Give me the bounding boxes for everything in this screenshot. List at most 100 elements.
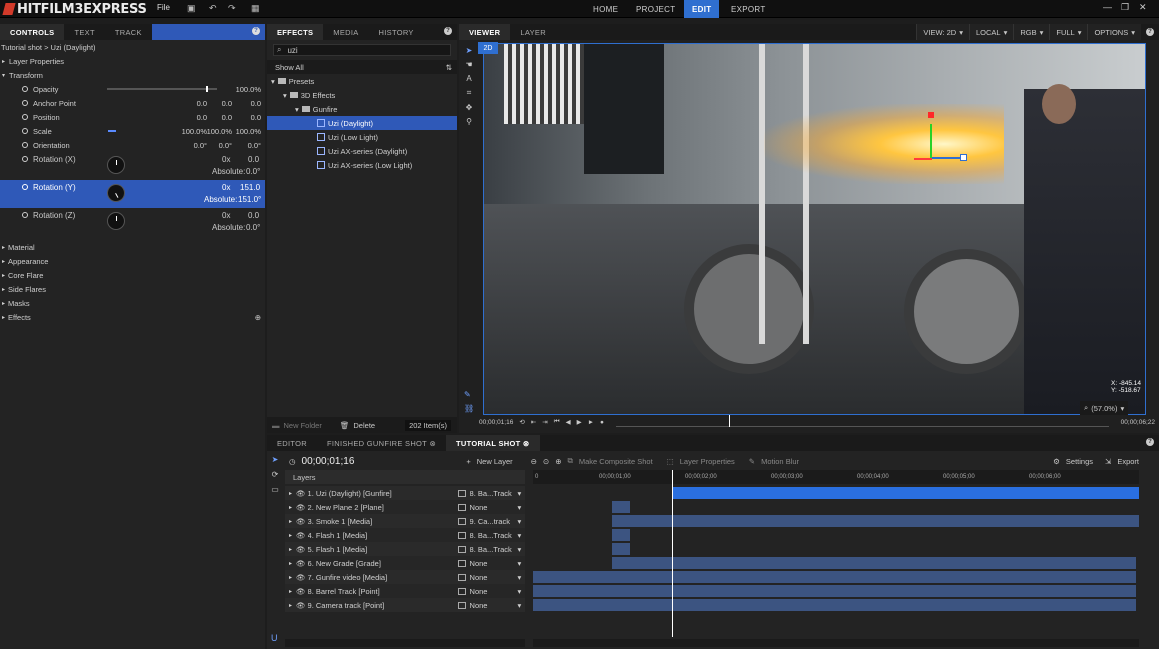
layer-name[interactable]: 8. Barrel Track [Point]: [308, 587, 458, 596]
tab-controls[interactable]: CONTROLS: [0, 24, 65, 40]
gizmo-z-handle[interactable]: [960, 154, 967, 161]
layer-parent[interactable]: 8. Ba...Track: [470, 531, 518, 540]
time-ruler[interactable]: 0 00;00;01;00 00;00;02;00 00;00;03;00 00;00;…: [533, 470, 1139, 484]
layer-properties-section[interactable]: ▸ Layer Properties: [0, 54, 265, 68]
tab-effects[interactable]: EFFECTS: [267, 24, 324, 40]
scale-link-icon[interactable]: [108, 130, 116, 132]
rotation-z-value[interactable]: 0.0: [248, 211, 259, 220]
show-all-filter[interactable]: Show All ⇅: [267, 60, 457, 74]
undo-icon[interactable]: ↶: [209, 3, 217, 14]
gizmo-x-axis[interactable]: [914, 158, 932, 160]
viewer-option-full[interactable]: FULL ▾: [1049, 24, 1088, 40]
layer-name[interactable]: 7. Gunfire video [Media]: [308, 573, 458, 582]
make-composite-button[interactable]: Make Composite Shot: [579, 457, 653, 466]
layer-row[interactable]: ▸ 👁 1. Uzi (Daylight) [Gunfire] 8. Ba...…: [285, 486, 525, 500]
eye-icon[interactable]: 👁: [296, 573, 306, 582]
grid-icon[interactable]: ▦: [251, 3, 260, 14]
section-masks[interactable]: ▸ Masks: [0, 296, 265, 310]
save-icon[interactable]: ▣: [187, 3, 196, 14]
value-y[interactable]: 0.0: [222, 99, 232, 108]
viewer-option-view-2d[interactable]: VIEW: 2D ▾: [916, 24, 969, 40]
gizmo-z-axis[interactable]: [932, 157, 962, 159]
tab-viewer[interactable]: VIEWER: [459, 24, 511, 40]
chevron-right-icon[interactable]: ▸: [289, 602, 292, 609]
layer-clip[interactable]: [533, 571, 1136, 583]
chevron-down-icon[interactable]: ▾: [518, 559, 522, 568]
move-tool-icon[interactable]: ✥: [466, 103, 473, 112]
rotation-y-row[interactable]: Rotation (Y) 0x 151.0 Absolute: 151.0°: [0, 180, 265, 208]
layer-clip[interactable]: [611, 515, 1139, 527]
layer-name[interactable]: 1. Uzi (Daylight) [Gunfire]: [308, 489, 458, 498]
layer-parent[interactable]: None: [470, 601, 518, 610]
preset-item[interactable]: Uzi (Daylight): [267, 116, 457, 130]
transform-section[interactable]: ▾ Transform: [0, 68, 265, 82]
slip-tool-icon[interactable]: ⟳: [272, 470, 279, 479]
keyframe-toggle-icon[interactable]: [22, 142, 28, 148]
effects-search-box[interactable]: ⌕ uzi: [273, 44, 451, 56]
value-x[interactable]: 100.0%: [182, 127, 207, 136]
eye-icon[interactable]: 👁: [296, 587, 306, 596]
help-icon[interactable]: ?: [252, 27, 260, 35]
crop-tool-icon[interactable]: ⌗: [467, 88, 472, 98]
layer-clip[interactable]: [611, 529, 630, 541]
current-time[interactable]: 00;00;01;16: [479, 419, 513, 426]
layer-parent[interactable]: None: [470, 573, 518, 582]
settings-button[interactable]: Settings: [1066, 457, 1093, 466]
chevron-down-icon[interactable]: ▾: [518, 587, 522, 596]
layer-clip[interactable]: [611, 501, 630, 513]
chevron-right-icon[interactable]: ▸: [289, 574, 292, 581]
tree-3d-effects[interactable]: ▾ 3D Effects: [267, 88, 457, 102]
layer-clip[interactable]: [533, 599, 1136, 611]
layer-row[interactable]: ▸ 👁 4. Flash 1 [Media] 8. Ba...Track ▾: [285, 528, 525, 542]
video-frame[interactable]: X: -845.14 Y: -518.67: [483, 43, 1146, 415]
viewer-option-options[interactable]: OPTIONS ▾: [1087, 24, 1141, 40]
layer-row[interactable]: ▸ 👁 3. Smoke 1 [Media] 9. Ca...track ▾: [285, 514, 525, 528]
rotation-y-value[interactable]: 151.0: [240, 183, 260, 192]
rotation-x-dial[interactable]: [107, 156, 125, 174]
eye-icon[interactable]: 👁: [296, 601, 306, 610]
tab-layer[interactable]: LAYER: [510, 24, 556, 40]
skip-start-icon[interactable]: ⏮: [554, 418, 560, 426]
section-side-flares[interactable]: ▸ Side Flares: [0, 282, 265, 296]
value-x[interactable]: 0.0: [197, 113, 207, 122]
chevron-right-icon[interactable]: ▸: [289, 588, 292, 595]
sort-icon[interactable]: ⇅: [446, 63, 452, 72]
property-row-anchor-point[interactable]: Anchor Point 0.0 0.0 0.0: [0, 96, 265, 110]
property-row-orientation[interactable]: Orientation 0.0° 0.0° 0.0°: [0, 138, 265, 152]
set-in-icon[interactable]: ⇤: [531, 418, 536, 426]
layer-parent[interactable]: 8. Ba...Track: [470, 489, 518, 498]
eye-icon[interactable]: 👁: [296, 503, 306, 512]
razor-tool-icon[interactable]: ▭: [271, 485, 279, 494]
layer-properties-button[interactable]: Layer Properties: [680, 457, 735, 466]
restore-icon[interactable]: ❐: [1121, 2, 1129, 13]
layer-row[interactable]: ▸ 👁 9. Camera track [Point] None ▾: [285, 598, 525, 612]
add-icon[interactable]: +: [466, 457, 470, 466]
layers-scrollbar[interactable]: [285, 639, 525, 647]
timeline-timecode[interactable]: 00;00;01;16: [302, 456, 355, 467]
close-icon[interactable]: ✕: [1139, 2, 1147, 13]
viewer-playhead[interactable]: [729, 415, 731, 427]
eye-icon[interactable]: 👁: [296, 489, 306, 498]
value-z[interactable]: 0.0: [251, 113, 261, 122]
layer-clip[interactable]: [611, 543, 630, 555]
play-icon[interactable]: ►: [588, 419, 594, 426]
rotation-x-row[interactable]: Rotation (X) 0x 0.0 Absolute: 0.0°: [0, 152, 265, 180]
property-row-position[interactable]: Position 0.0 0.0 0.0: [0, 110, 265, 124]
pin-tool-icon[interactable]: ⚲: [466, 117, 472, 126]
tab-editor[interactable]: EDITOR: [267, 435, 317, 451]
tab-text[interactable]: TEXT: [64, 24, 104, 40]
zoom-fit-icon[interactable]: ⊙: [543, 457, 549, 466]
rotation-x-turns[interactable]: 0x: [222, 155, 230, 164]
select-tool-icon[interactable]: ➤: [466, 46, 473, 55]
tab-tutorial-shot[interactable]: TUTORIAL SHOT ⊗: [446, 435, 540, 451]
rotation-z-turns[interactable]: 0x: [222, 211, 230, 220]
viewer-scrubber[interactable]: [615, 415, 1109, 427]
section-material[interactable]: ▸ Material: [0, 240, 265, 254]
opacity-slider[interactable]: [107, 86, 217, 92]
eye-icon[interactable]: 👁: [296, 531, 306, 540]
timeline-playhead[interactable]: [672, 470, 674, 637]
chevron-right-icon[interactable]: ▸: [289, 504, 292, 511]
motion-blur-button[interactable]: Motion Blur: [761, 457, 799, 466]
tree-presets[interactable]: ▾ Presets: [267, 74, 457, 88]
layer-parent[interactable]: 9. Ca...track: [470, 517, 518, 526]
